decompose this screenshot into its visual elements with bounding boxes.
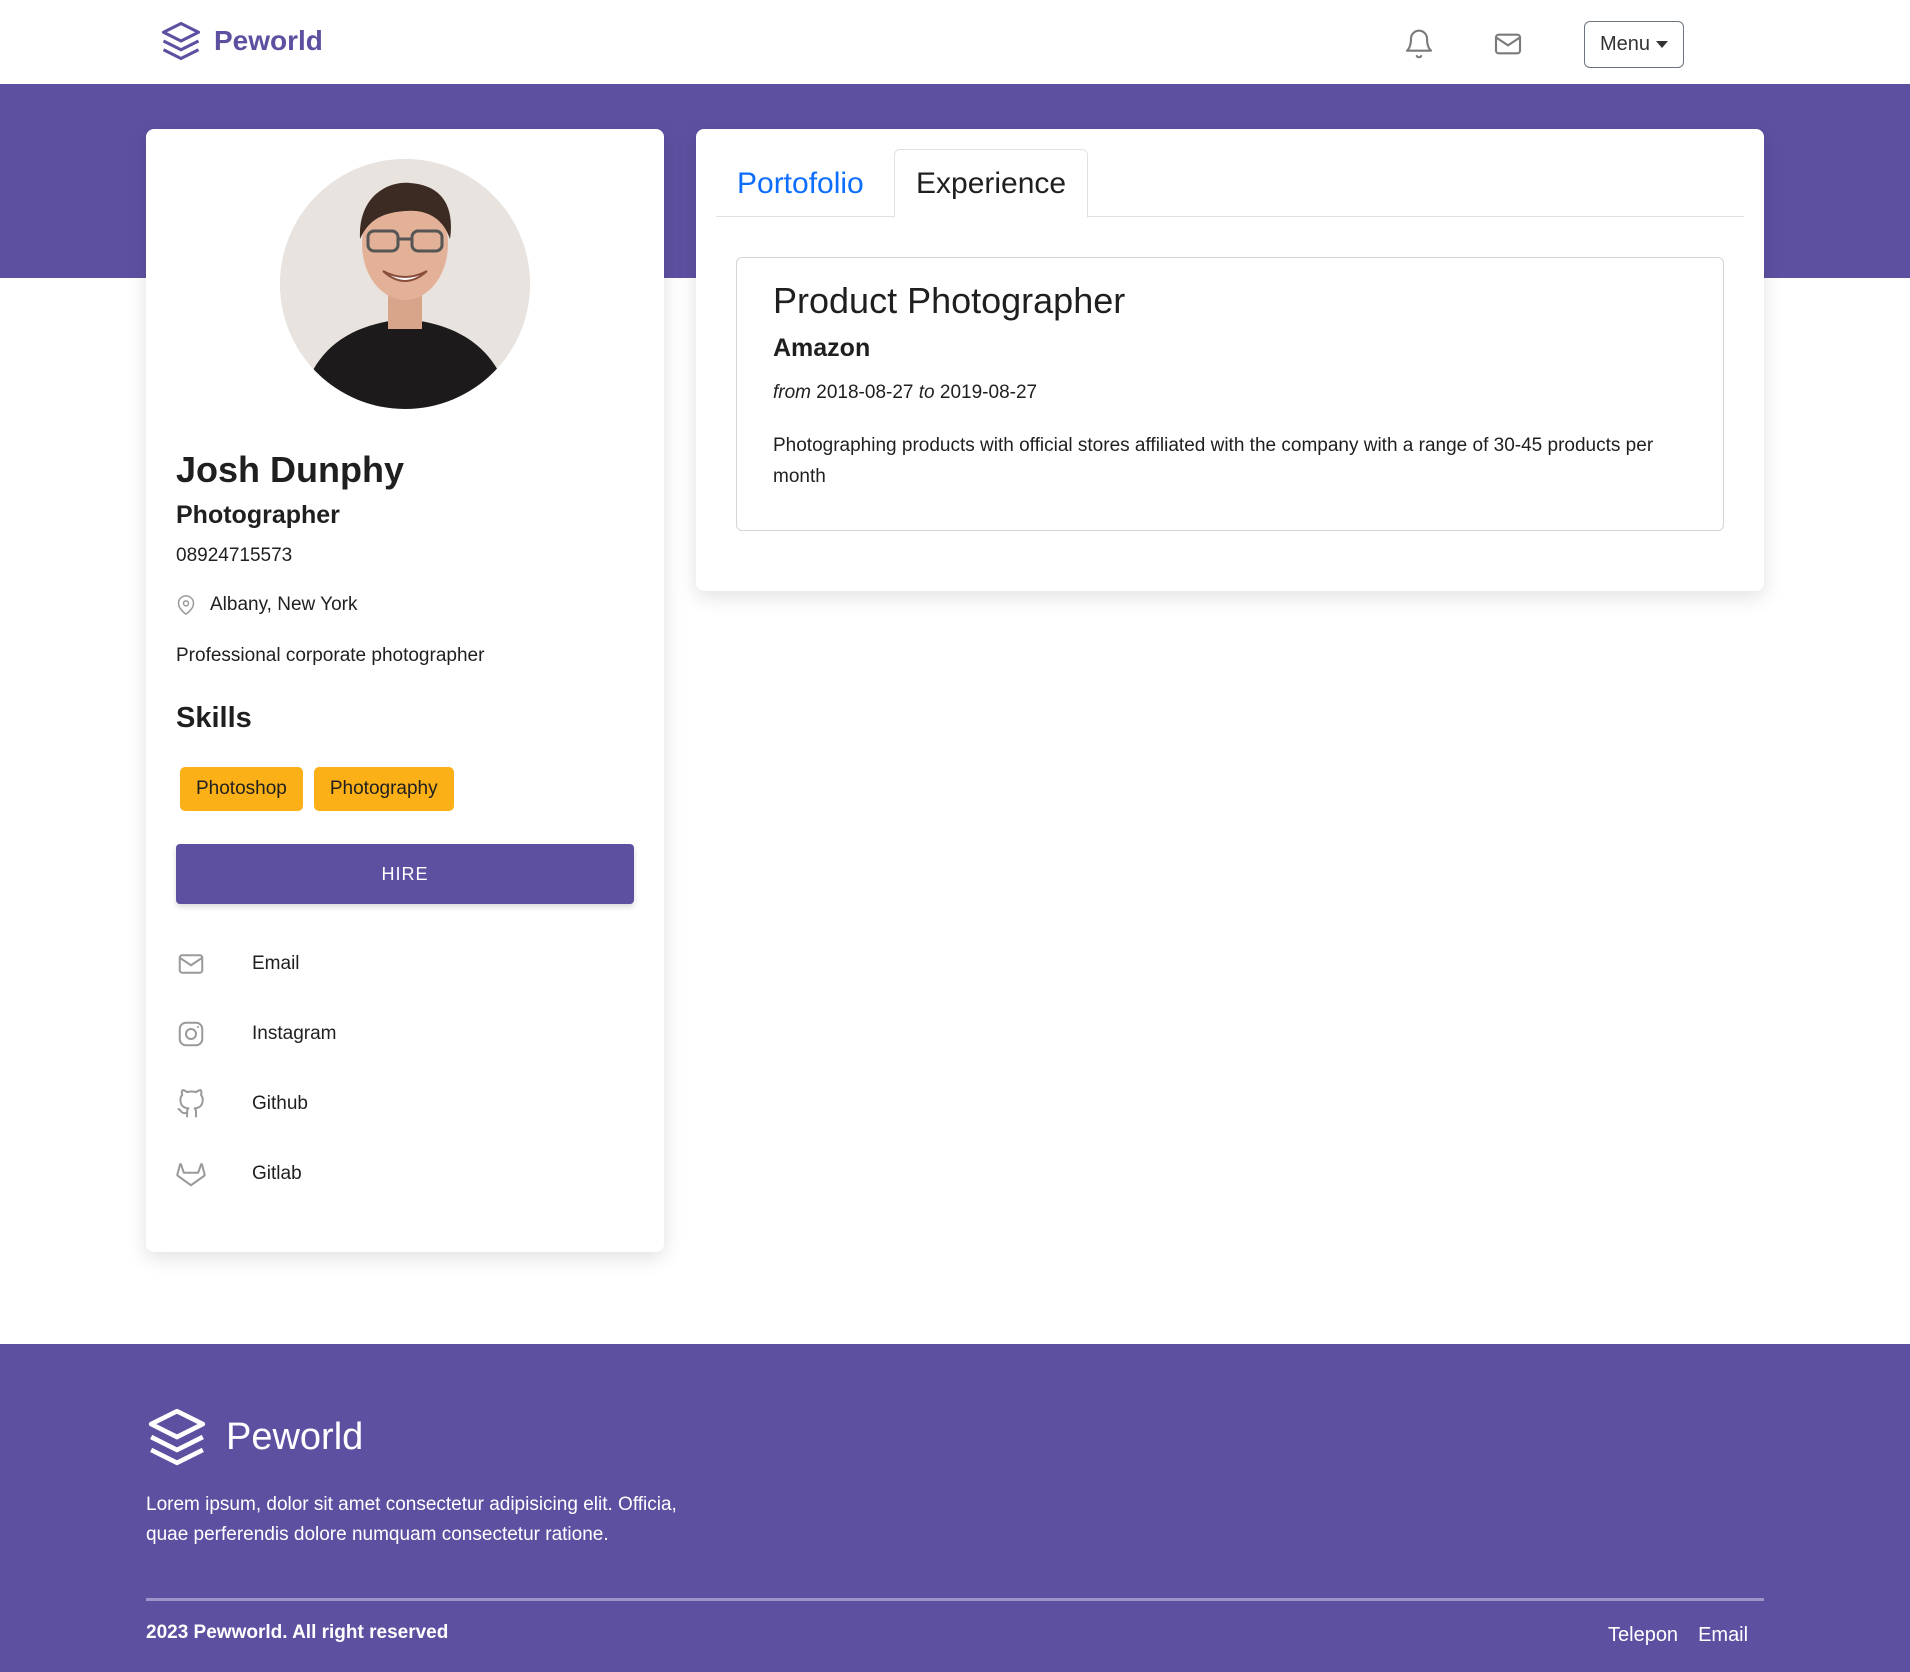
skills-heading: Skills — [176, 702, 252, 734]
social-links: Email Instagram Github Gitlab — [176, 929, 336, 1209]
experience-description: Photographing products with official sto… — [773, 435, 1654, 487]
footer-divider — [146, 1598, 1764, 1601]
layers-logo-icon — [161, 21, 201, 61]
link-label: Email — [252, 953, 300, 974]
avatar — [280, 159, 530, 409]
skill-badge: Photoshop — [180, 767, 303, 811]
profile-description: Professional corporate photographer — [176, 645, 485, 666]
footer-description: Lorem ipsum, dolor sit amet consectetur … — [146, 1494, 677, 1545]
profile-card: Josh Dunphy Photographer 08924715573 Alb… — [146, 129, 664, 1252]
layers-logo-icon — [148, 1408, 206, 1466]
brand-name: Peworld — [214, 25, 323, 56]
experience-title: Product Photographer — [773, 280, 1126, 321]
footer-copyright: 2023 Pewworld. All right reserved — [146, 1622, 449, 1643]
footer: Peworld Lorem ipsum, dolor sit amet cons… — [0, 1344, 1910, 1672]
experience-item: Product Photographer Amazon from 2018-08… — [736, 257, 1724, 531]
menu-label: Menu — [1599, 33, 1651, 55]
from-label: from — [773, 382, 811, 403]
link-label: Github — [252, 1093, 308, 1114]
link-label: Instagram — [252, 1023, 337, 1044]
start-date: 2018-08-27 — [816, 382, 914, 403]
mail-icon[interactable] — [1492, 28, 1524, 60]
caret-down-icon — [1656, 41, 1669, 48]
bell-icon[interactable] — [1403, 28, 1435, 60]
brand-logo[interactable]: Peworld — [160, 20, 323, 62]
experience-company: Amazon — [773, 334, 871, 362]
link-github[interactable]: Github — [176, 1069, 336, 1139]
github-icon — [177, 1089, 204, 1118]
instagram-icon — [178, 1021, 204, 1047]
content-card: Portofolio Experience Product Photograph… — [696, 129, 1764, 591]
footer-brand-name: Peworld — [226, 1415, 364, 1458]
footer-link-telepon[interactable]: Telepon — [1608, 1624, 1678, 1647]
link-label: Gitlab — [252, 1163, 302, 1184]
menu-dropdown-button[interactable]: Menu — [1584, 21, 1684, 68]
link-email[interactable]: Email — [176, 929, 336, 999]
to-label: to — [918, 382, 935, 403]
profile-phone: 08924715573 — [176, 545, 293, 566]
profile-location: Albany, New York — [176, 594, 358, 616]
end-date: 2019-08-27 — [939, 382, 1038, 403]
gitlab-icon — [176, 1163, 206, 1187]
mail-icon — [178, 954, 204, 974]
tab-bar: Portofolio Experience — [716, 149, 1744, 218]
footer-link-email[interactable]: Email — [1698, 1624, 1748, 1647]
avatar-illustration — [280, 159, 530, 409]
location-text: Albany, New York — [210, 594, 358, 615]
skill-badge: Photography — [313, 767, 454, 811]
map-pin-icon — [177, 595, 195, 615]
navbar: Peworld Menu — [0, 0, 1910, 84]
profile-name: Josh Dunphy — [176, 449, 405, 490]
experience-dates: from 2018-08-27 to 2019-08-27 — [773, 382, 1037, 404]
link-instagram[interactable]: Instagram — [176, 999, 336, 1069]
tab-experience[interactable]: Experience — [894, 149, 1089, 218]
hire-button[interactable]: HIRE — [176, 844, 634, 904]
tab-portofolio[interactable]: Portofolio — [716, 149, 885, 218]
footer-links: Telepon Email — [1608, 1624, 1748, 1647]
profile-role: Photographer — [176, 501, 340, 529]
skills-list: Photoshop Photography — [180, 767, 454, 811]
footer-brand: Peworld — [146, 1406, 363, 1468]
link-gitlab[interactable]: Gitlab — [176, 1139, 336, 1209]
